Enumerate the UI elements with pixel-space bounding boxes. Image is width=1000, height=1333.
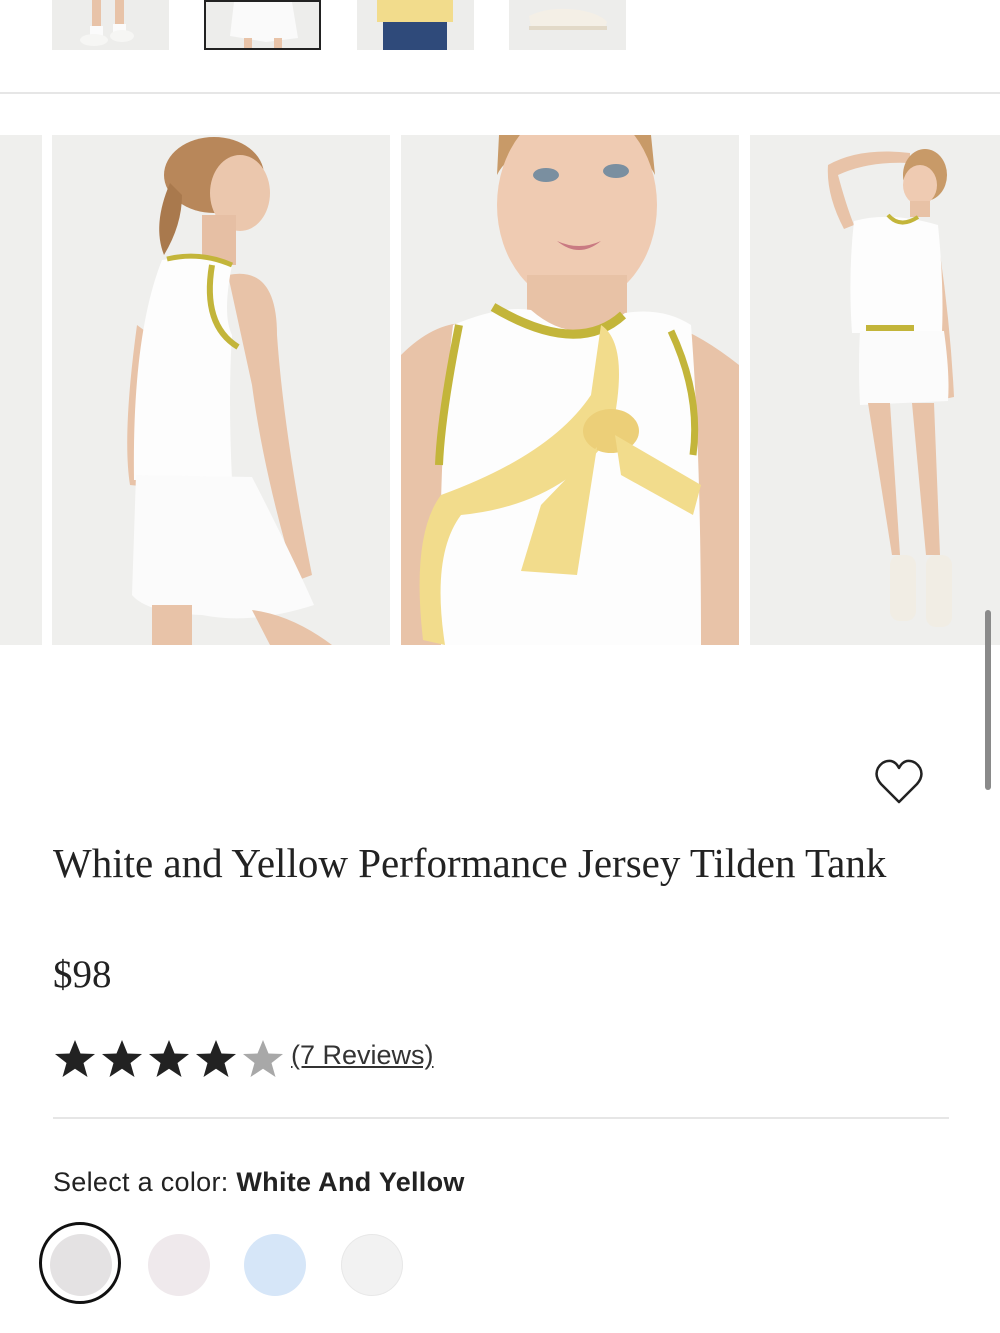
divider <box>53 1117 949 1119</box>
thumbnail-sneaker[interactable] <box>509 0 626 50</box>
thumbnail-cardigan-jeans[interactable] <box>357 0 474 50</box>
color-swatch[interactable] <box>50 1234 112 1296</box>
star-icon <box>149 1040 189 1077</box>
gallery-image-front-closeup[interactable] <box>401 135 739 645</box>
product-price: $98 <box>53 953 112 996</box>
color-label-text: Select a color: <box>53 1167 237 1197</box>
star-icon <box>243 1040 283 1077</box>
product-title: White and Yellow Performance Jersey Tild… <box>53 840 887 886</box>
product-photo <box>750 135 1000 645</box>
color-selector-label: Select a color: White And Yellow <box>53 1167 465 1198</box>
scrollbar[interactable] <box>985 610 991 790</box>
color-swatch[interactable] <box>341 1234 403 1296</box>
star-icon <box>55 1040 95 1077</box>
color-swatch[interactable] <box>148 1234 210 1296</box>
thumbnail-image <box>206 2 319 48</box>
rating-stars[interactable] <box>53 1037 285 1081</box>
gallery-image-full-outfit[interactable] <box>750 135 1000 645</box>
star-icon <box>102 1040 142 1077</box>
star-icon <box>196 1040 236 1077</box>
gallery-image-partial[interactable] <box>0 135 42 645</box>
heart-icon[interactable] <box>873 758 925 806</box>
product-photo <box>0 135 42 645</box>
reviews-link[interactable]: (7 Reviews) <box>291 1040 434 1071</box>
gallery-image-back-view[interactable] <box>52 135 390 645</box>
selected-color-name: White And Yellow <box>236 1167 465 1197</box>
product-photo <box>401 135 739 645</box>
thumbnail-image <box>357 0 474 50</box>
product-photo <box>52 135 390 645</box>
thumbnail-skirt-selected[interactable] <box>204 0 321 50</box>
thumbnail-sneakers-legs[interactable] <box>52 0 169 50</box>
divider <box>0 92 1000 94</box>
thumbnail-image <box>52 0 169 50</box>
color-swatch[interactable] <box>244 1234 306 1296</box>
thumbnail-image <box>509 0 626 50</box>
